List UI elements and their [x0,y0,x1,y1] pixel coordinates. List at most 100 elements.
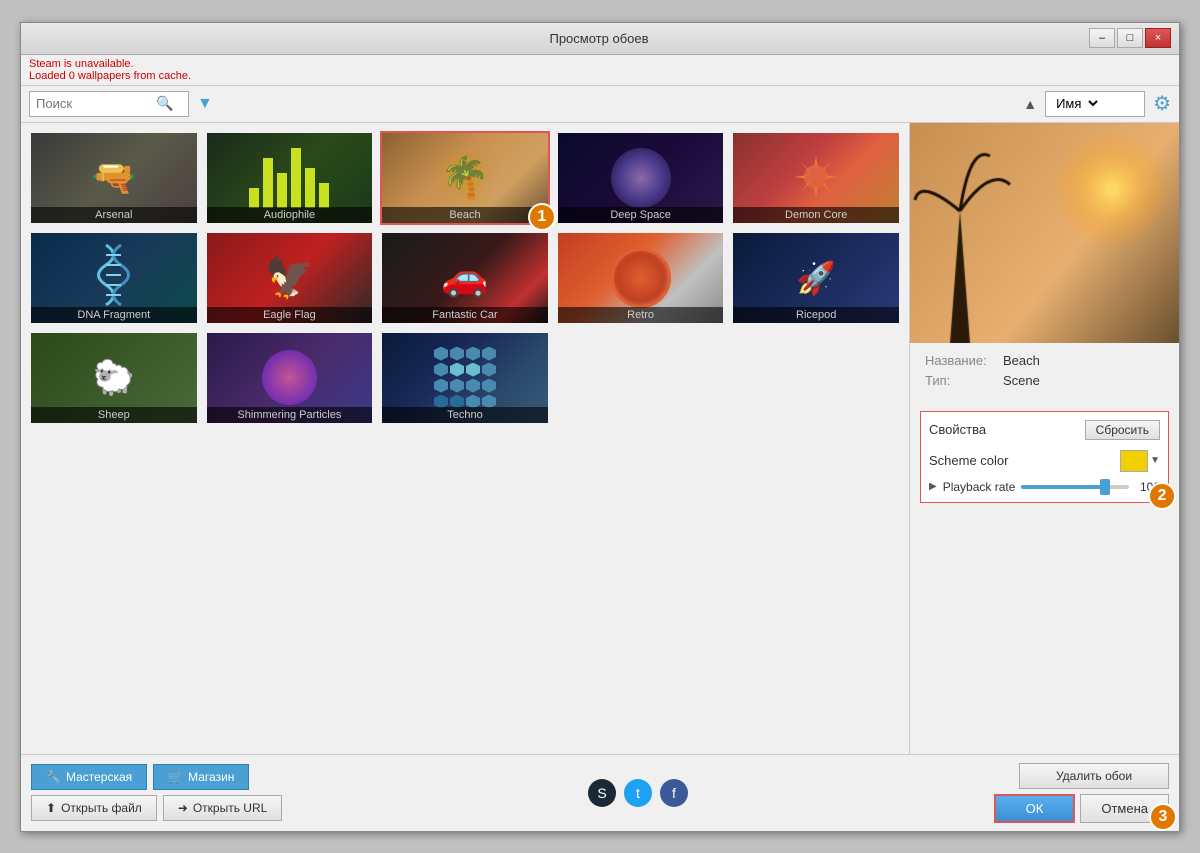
playback-row: ▶ Playback rate 100 [929,480,1160,494]
palm-icon: 🌴 [440,154,490,201]
status-line2: Loaded 0 wallpapers from cache. [29,70,1171,82]
wallpaper-item-fantasticcar[interactable]: 🚗 Fantastic Car [380,231,550,325]
preview-canvas [910,123,1179,343]
wallpaper-label-techno: Techno [382,407,548,423]
wallpaper-label-fantasticcar: Fantastic Car [382,307,548,323]
color-swatch[interactable]: ▼ [1120,450,1160,472]
sort-arrow-icon[interactable]: ▲ [1023,96,1037,112]
delete-button[interactable]: Удалить обои [1019,763,1169,789]
workshop-button[interactable]: 🔧 Мастерская [31,764,147,790]
wallpaper-item-arsenal[interactable]: 🔫 Arsenal [29,131,199,225]
wallpaper-label-dnafragment: DNA Fragment [31,307,197,323]
facebook-icon[interactable]: f [660,779,688,807]
wallpaper-item-demoncore[interactable]: Demon Core [731,131,901,225]
status-bar: Steam is unavailable. Loaded 0 wallpaper… [21,55,1179,86]
top-button-row: 🔧 Мастерская 🛒 Магазин [31,764,282,790]
audiophile-bars [249,148,329,208]
badge-3: 3 [1149,803,1177,831]
wallpaper-label-sheep: Sheep [31,407,197,423]
wallpaper-grid-area: 🔫 Arsenal [21,123,909,754]
cart-icon: 🛒 [168,770,183,784]
wallpaper-label-beach: Beach [382,207,548,223]
wallpaper-item-deepspace[interactable]: Deep Space [556,131,726,225]
bottom-right-buttons: Удалить обои ОК Отмена 3 [994,763,1169,823]
wallpaper-label-demoncore: Demon Core [733,207,899,223]
wallpaper-label-ricepod: Ricepod [733,307,899,323]
wallpaper-label-retro: Retro [558,307,724,323]
wallpaper-item-sheep[interactable]: 🐑 Sheep [29,331,199,425]
playback-slider-track[interactable] [1021,485,1129,489]
settings-gear-icon[interactable]: ⚙ [1153,91,1171,116]
wallpaper-item-dnafragment[interactable]: DNA Fragment [29,231,199,325]
main-content: 🔫 Arsenal [21,123,1179,754]
badge-1: 1 [528,203,556,231]
type-label: Тип: [925,373,995,388]
slider-fill [1021,485,1102,489]
scheme-color-label: Scheme color [929,453,1008,468]
wallpaper-item-techno[interactable]: Techno [380,331,550,425]
minimize-button[interactable]: – [1089,28,1115,48]
steam-icon[interactable]: S [588,779,616,807]
filter-icon[interactable]: ▼ [197,95,213,113]
wallpaper-info: Название: Beach Тип: Scene [910,343,1179,403]
hex-grid-visual [434,347,496,409]
play-icon[interactable]: ▶ [929,481,937,492]
spaceship-icon: 🚀 [796,259,836,297]
shop-button[interactable]: 🛒 Магазин [153,764,249,790]
wallpaper-item-audiophile[interactable]: Audiophile [205,131,375,225]
wallpaper-item-retro[interactable]: Retro [556,231,726,325]
name-value: Beach [1003,353,1040,368]
upload-icon: ⬆ [46,801,56,815]
sort-dropdown[interactable]: Имя Тип Дата [1045,91,1145,117]
toolbar: 🔍 ▼ ▲ Имя Тип Дата ⚙ [21,86,1179,123]
wallpaper-item-beach[interactable]: 🌴 Beach 1 [380,131,550,225]
twitter-icon[interactable]: t [624,779,652,807]
wallpaper-label-arsenal: Arsenal [31,207,197,223]
props-header: Свойства Сбросить [929,420,1160,440]
open-file-button[interactable]: ⬆ Открыть файл [31,795,157,821]
props-title: Свойства [929,422,986,437]
close-button[interactable]: × [1145,28,1171,48]
color-arrow-icon[interactable]: ▼ [1150,455,1160,466]
dna-svg [86,240,141,315]
search-icon[interactable]: 🔍 [156,95,173,112]
badge-2: 2 [1148,482,1176,510]
social-icons: S t f [588,779,688,807]
link-icon: ➜ [178,801,188,815]
search-box[interactable]: 🔍 [29,91,189,117]
wallpaper-grid: 🔫 Arsenal [29,131,901,425]
reset-button[interactable]: Сбросить [1085,420,1160,440]
properties-box: Свойства Сбросить Scheme color ▼ ▶ Playb… [920,411,1169,503]
bottom-bar: 🔧 Мастерская 🛒 Магазин ⬆ Открыть файл ➜ … [21,754,1179,831]
open-url-button[interactable]: ➜ Открыть URL [163,795,283,821]
info-row-type: Тип: Scene [925,373,1164,388]
bottom-button-row: ⬆ Открыть файл ➜ Открыть URL [31,795,282,821]
main-window: Просмотр обоев – □ × Steam is unavailabl… [20,22,1180,832]
wrench-icon: 🔧 [46,770,61,784]
playback-label: Playback rate [943,480,1016,494]
particle-visual [262,350,317,405]
search-input[interactable] [36,96,156,111]
window-controls: – □ × [1089,28,1171,48]
restore-button[interactable]: □ [1117,28,1143,48]
type-value: Scene [1003,373,1040,388]
scheme-color-row: Scheme color ▼ [929,450,1160,472]
wallpaper-item-shimmering[interactable]: Shimmering Particles [205,331,375,425]
slider-thumb[interactable] [1100,479,1110,495]
sort-select[interactable]: Имя Тип Дата [1052,95,1101,112]
bottom-left-buttons: 🔧 Мастерская 🛒 Магазин ⬆ Открыть файл ➜ … [31,764,282,821]
ok-button[interactable]: ОК [994,794,1076,823]
color-box[interactable] [1120,450,1148,472]
galaxy-visual [611,148,671,208]
wallpaper-item-eagleflag[interactable]: 🦅 Eagle Flag [205,231,375,325]
wallpaper-label-shimmering: Shimmering Particles [207,407,373,423]
wallpaper-label-audiophile: Audiophile [207,207,373,223]
window-title: Просмотр обоев [109,31,1089,46]
wallpaper-item-ricepod[interactable]: 🚀 Ricepod [731,231,901,325]
wallpaper-label-deepspace: Deep Space [558,207,724,223]
title-bar: Просмотр обоев – □ × [21,23,1179,55]
right-panel: Название: Beach Тип: Scene Свойства Сбро… [909,123,1179,754]
status-line1: Steam is unavailable. [29,58,1171,70]
action-row: ОК Отмена 3 [994,794,1169,823]
name-label: Название: [925,353,995,368]
